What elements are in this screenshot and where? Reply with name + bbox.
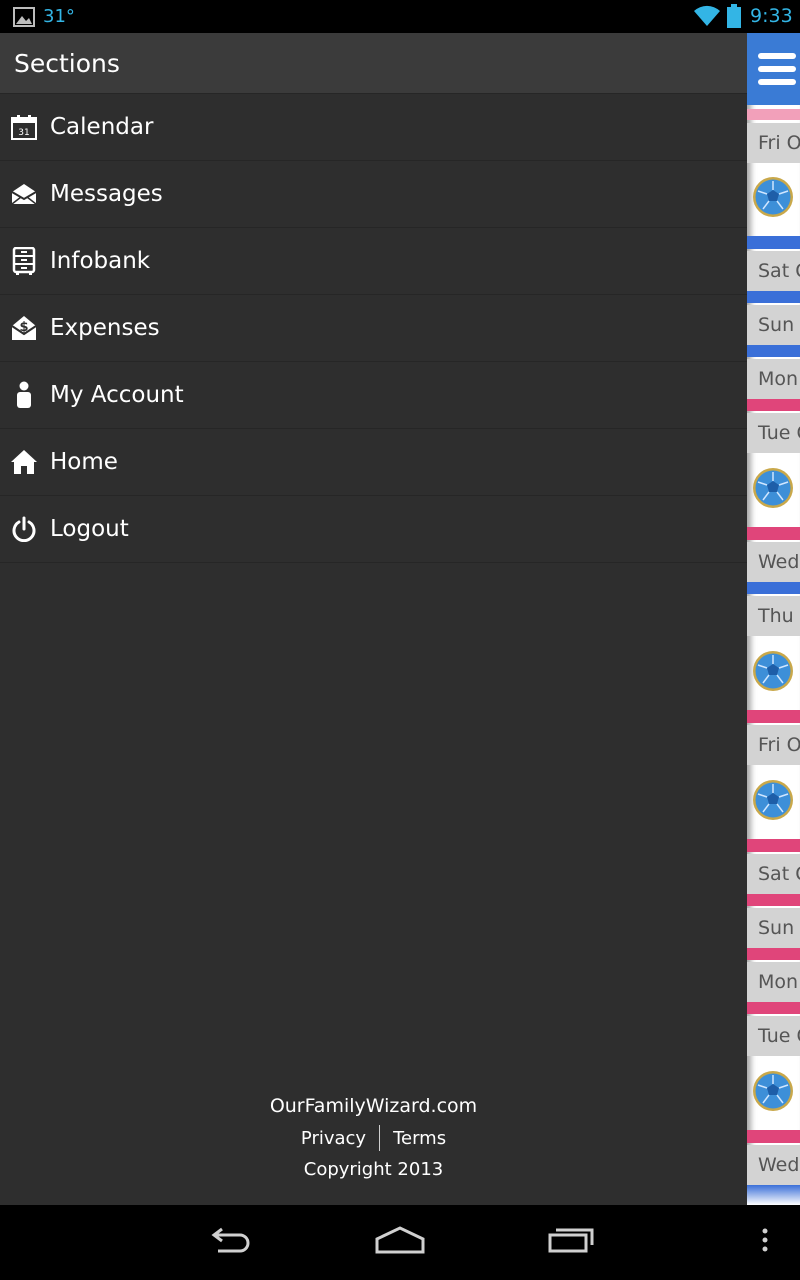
person-icon [9, 380, 39, 410]
day-label[interactable]: Mon [747, 359, 800, 399]
back-icon[interactable] [206, 1225, 254, 1255]
day-label[interactable]: Wed [747, 542, 800, 582]
drawer-title: Sections [14, 48, 120, 78]
menu-item-label: Logout [50, 516, 129, 542]
event-color-strip [747, 710, 800, 723]
hamburger-menu-button[interactable] [747, 33, 800, 105]
envelope-icon [9, 179, 39, 209]
day-label[interactable]: Sat O [747, 854, 800, 894]
navigation-drawer: Sections 31 Calendar Messages Infobank $… [0, 33, 747, 1205]
privacy-link[interactable]: Privacy [288, 1128, 379, 1149]
menu-item-expenses[interactable]: $ Expenses [0, 295, 747, 362]
cabinet-icon [9, 246, 39, 276]
recent-apps-icon[interactable] [547, 1225, 595, 1255]
clock: 9:33 [750, 5, 793, 27]
event-color-strip [747, 894, 800, 906]
wifi-icon [694, 5, 720, 26]
soccer-ball-icon[interactable] [752, 650, 794, 692]
hamburger-icon [758, 79, 796, 85]
overflow-menu-icon[interactable] [761, 1225, 769, 1255]
svg-text:$: $ [19, 320, 28, 335]
day-label[interactable]: Wed [747, 1145, 800, 1185]
menu-item-logout[interactable]: Logout [0, 496, 747, 563]
menu-item-label: My Account [50, 382, 184, 408]
day-label[interactable]: Sun [747, 908, 800, 948]
menu-item-label: Infobank [50, 248, 151, 274]
event-color-strip [747, 236, 800, 249]
menu-item-infobank[interactable]: Infobank [0, 228, 747, 295]
day-label[interactable]: Fri O [747, 725, 800, 765]
soccer-ball-icon[interactable] [752, 176, 794, 218]
hamburger-icon [758, 66, 796, 72]
soccer-ball-icon[interactable] [752, 779, 794, 821]
status-bar: 31° 9:33 [0, 0, 800, 33]
day-label[interactable]: Mon [747, 962, 800, 1002]
drawer-footer: OurFamilyWizard.com Privacy Terms Copyri… [0, 1091, 747, 1185]
menu-item-label: Messages [50, 181, 163, 207]
menu-item-calendar[interactable]: 31 Calendar [0, 94, 747, 161]
event-color-strip [747, 527, 800, 540]
soccer-ball-icon[interactable] [752, 1070, 794, 1112]
event-color-strip [747, 839, 800, 852]
money-envelope-icon: $ [9, 313, 39, 343]
menu-item-my-account[interactable]: My Account [0, 362, 747, 429]
svg-text:31: 31 [18, 128, 29, 138]
day-label[interactable]: Thu [747, 596, 800, 636]
gallery-icon [13, 7, 35, 27]
system-nav-bar [0, 1205, 800, 1280]
calendar-icon: 31 [9, 112, 39, 142]
event-color-strip [747, 1002, 800, 1014]
battery-icon [727, 4, 741, 28]
event-color-strip [747, 399, 800, 411]
menu-item-home[interactable]: Home [0, 429, 747, 496]
menu-item-label: Home [50, 449, 118, 475]
site-link[interactable]: OurFamilyWizard.com [0, 1091, 747, 1121]
home-nav-icon[interactable] [374, 1225, 426, 1255]
drawer-header: Sections [0, 33, 747, 94]
event-color-strip [747, 582, 800, 594]
event-color-strip [747, 948, 800, 960]
power-icon [9, 514, 39, 544]
event-color-strip [747, 345, 800, 357]
home-icon [9, 447, 39, 477]
hamburger-icon [758, 53, 796, 59]
footer-links: Privacy Terms [0, 1121, 747, 1155]
terms-link[interactable]: Terms [380, 1128, 459, 1149]
event-color-strip [747, 109, 800, 120]
copyright: Copyright 2013 [303, 1159, 444, 1180]
menu-item-messages[interactable]: Messages [0, 161, 747, 228]
day-label[interactable]: Tue O [747, 413, 800, 453]
calendar-peek[interactable]: Fri O Sat O Sun Mon Tue O Wed Thu Fri O … [747, 33, 800, 1205]
event-color-strip [747, 1185, 800, 1205]
day-label[interactable]: Sun [747, 305, 800, 345]
day-label[interactable]: Tue O [747, 1016, 800, 1056]
day-label[interactable]: Sat O [747, 251, 800, 291]
event-color-strip [747, 1130, 800, 1143]
menu-item-label: Calendar [50, 114, 154, 140]
day-label[interactable]: Fri O [747, 123, 800, 163]
menu-item-label: Expenses [50, 315, 160, 341]
temperature-readout: 31° [43, 6, 75, 27]
event-color-strip [747, 291, 800, 303]
soccer-ball-icon[interactable] [752, 467, 794, 509]
